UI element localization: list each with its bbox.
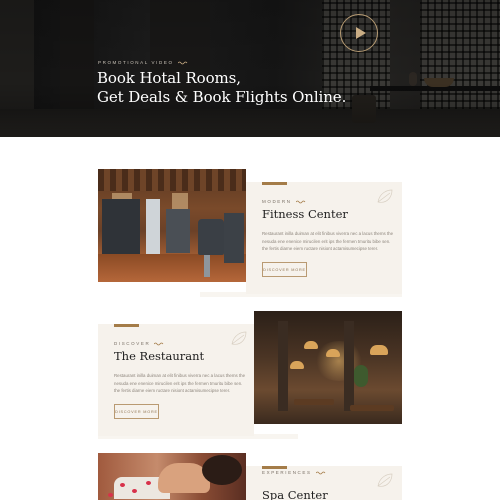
hero-eyebrow-text: Promotional Video (98, 60, 174, 65)
photo-hair (202, 455, 242, 485)
machine-base (204, 255, 210, 277)
section-eyebrow: Experiences (262, 470, 326, 475)
photo-ceiling (98, 169, 246, 191)
machine-seat (198, 219, 224, 255)
photo-pillar (146, 199, 160, 259)
section-title: Spa Center (262, 488, 328, 500)
photo-table (350, 405, 394, 411)
fitness-center-photo (98, 169, 246, 282)
spa-center-photo (98, 453, 246, 500)
hero-title-line: Book Hotal Rooms, (97, 69, 241, 87)
spa-center-card: Experiences Spa Center (246, 466, 402, 500)
fitness-center-card: Modern Fitness Center Restaurant inilla … (246, 182, 402, 294)
photo-plant (354, 365, 368, 387)
restaurant-card: Discover The Restaurant Restaurant inill… (98, 324, 254, 436)
hero-banner: Promotional Video Book Hotal Rooms, Get … (0, 0, 500, 137)
petal-shape (120, 483, 125, 487)
pendant-lamp (370, 345, 388, 355)
squiggle-icon (315, 471, 325, 474)
accent-bar (114, 324, 139, 327)
petal-shape (146, 481, 151, 485)
play-icon (355, 27, 366, 39)
section-eyebrow-text: Discover (114, 341, 151, 346)
section-description: Restaurant inilla duiman at elit finibus… (262, 231, 394, 251)
pendant-lamp (290, 361, 304, 369)
squiggle-icon (295, 200, 305, 203)
petal-shape (108, 493, 113, 497)
section-eyebrow-text: Modern (262, 199, 292, 204)
machine-shape (166, 209, 190, 253)
machine-shape (224, 213, 244, 263)
section-eyebrow-text: Experiences (262, 470, 312, 475)
restaurant-photo (254, 311, 402, 424)
play-video-button[interactable] (340, 14, 378, 52)
leaf-decor-icon (377, 473, 393, 487)
section-title: Fitness Center (262, 207, 348, 221)
hero-title: Book Hotal Rooms, Get Deals & Book Fligh… (97, 69, 346, 106)
accent-bar (262, 466, 287, 469)
section-eyebrow: Discover (114, 341, 164, 346)
leaf-decor-icon (377, 189, 393, 203)
accent-bar (262, 182, 287, 185)
photo-column (344, 321, 354, 411)
discover-more-button[interactable]: Discover More (262, 262, 307, 277)
photo-table (294, 399, 334, 405)
pendant-lamp (326, 349, 340, 357)
pendant-lamp (304, 341, 318, 349)
photo-column (278, 321, 288, 411)
squiggle-icon (154, 342, 164, 345)
leaf-decor-icon (231, 331, 247, 345)
section-title: The Restaurant (114, 349, 205, 363)
hero-eyebrow: Promotional Video (98, 60, 188, 65)
squiggle-icon (177, 61, 187, 64)
section-eyebrow: Modern (262, 199, 306, 204)
petal-shape (132, 489, 137, 493)
section-description: Restaurant inilla duiman at elit finibus… (114, 373, 246, 393)
discover-more-button[interactable]: Discover More (114, 404, 159, 419)
machine-shape (102, 199, 140, 259)
hero-title-line: Get Deals & Book Flights Online. (97, 87, 347, 106)
